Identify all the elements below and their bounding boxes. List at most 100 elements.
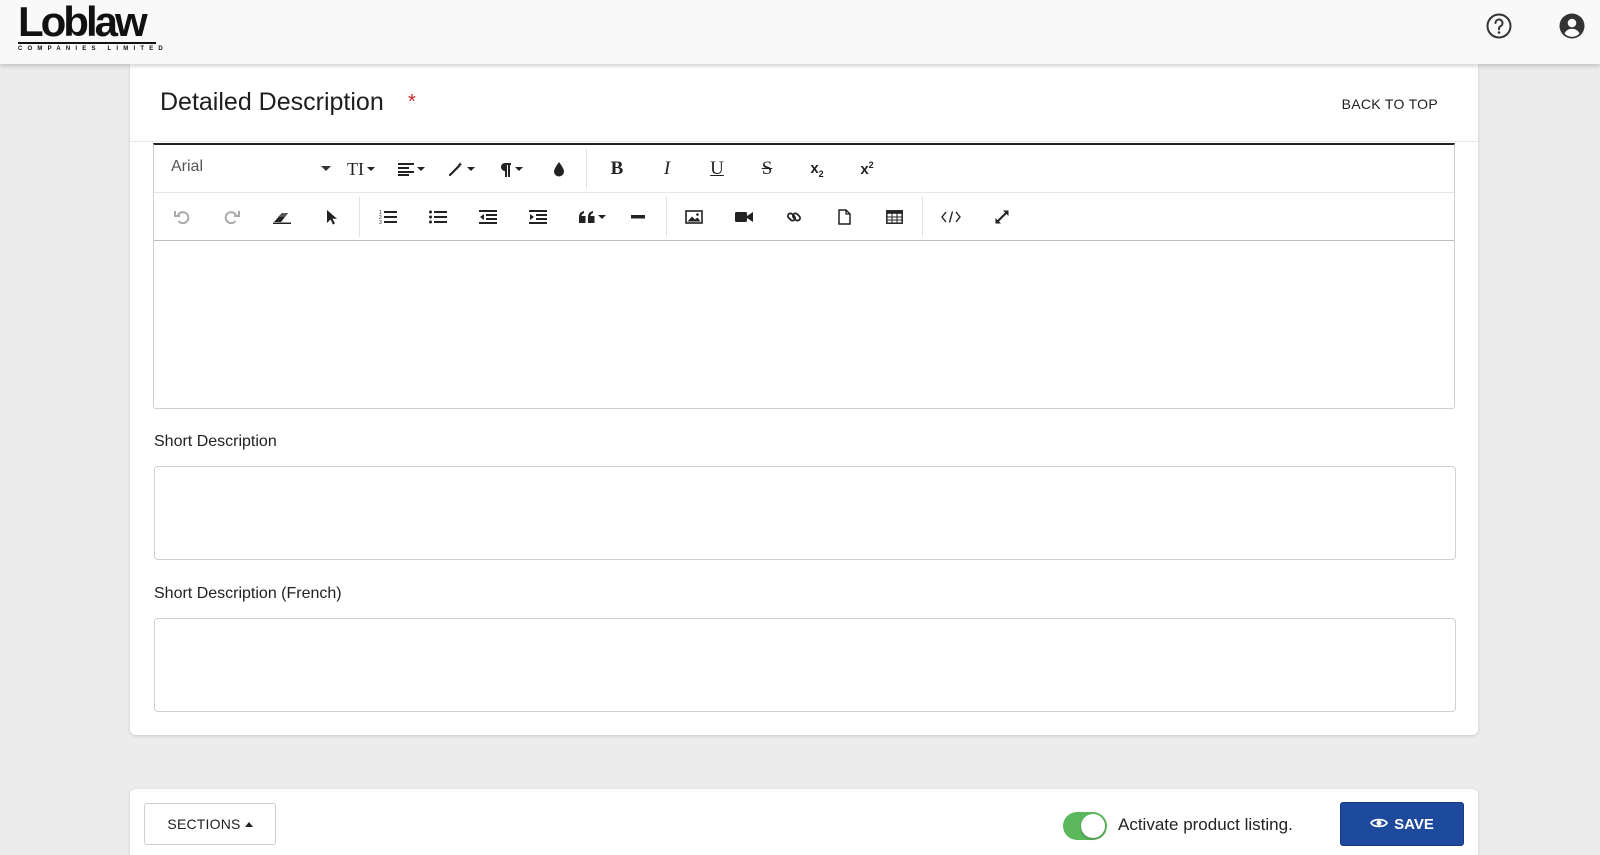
- unordered-list-button[interactable]: [424, 204, 452, 230]
- toolbar-separator: [359, 197, 360, 237]
- bold-icon: B: [610, 158, 624, 179]
- outdent-button[interactable]: [474, 204, 502, 230]
- caret-down-icon: [597, 215, 606, 219]
- horizontal-rule-icon: [631, 215, 645, 219]
- activate-listing-toggle[interactable]: [1063, 812, 1107, 840]
- outdent-icon: [479, 210, 497, 224]
- quote-icon: [578, 211, 595, 223]
- paragraph-button[interactable]: [494, 156, 528, 182]
- redo-button[interactable]: [218, 204, 246, 230]
- italic-icon: I: [663, 158, 671, 179]
- font-size-button[interactable]: TI: [344, 156, 378, 182]
- droplet-icon: [553, 161, 565, 177]
- paragraph-icon: [499, 162, 512, 177]
- redo-icon: [224, 209, 240, 225]
- subscript-small: 2: [818, 168, 824, 179]
- editor-toolbar-row-1: Arial TI B I U S x2 x2: [154, 145, 1454, 192]
- section-title: Detailed Description: [160, 88, 384, 116]
- ordered-list-icon: 123: [379, 209, 397, 225]
- select-button[interactable]: [318, 204, 346, 230]
- logo-wordmark: Loblaw: [18, 0, 148, 45]
- caret-down-icon: [515, 167, 523, 171]
- image-icon: [685, 210, 703, 224]
- align-left-icon: [397, 162, 414, 176]
- eraser-icon: [273, 210, 291, 224]
- italic-button[interactable]: I: [652, 156, 682, 182]
- subscript-base: x: [810, 159, 819, 177]
- strikethrough-button[interactable]: S: [752, 156, 782, 182]
- eye-icon: [1370, 816, 1394, 833]
- code-icon: [941, 211, 961, 223]
- fullscreen-button[interactable]: [988, 204, 1016, 230]
- superscript-base: x: [860, 161, 869, 178]
- indent-button[interactable]: [524, 204, 552, 230]
- insert-table-button[interactable]: [880, 204, 908, 230]
- sections-label: SECTIONS: [167, 816, 241, 832]
- caret-down-icon: [466, 167, 475, 171]
- insert-file-button[interactable]: [830, 204, 858, 230]
- toolbar-separator: [586, 149, 587, 189]
- rich-text-editor: Arial TI B I U S x2 x2 1 2 3: [153, 143, 1455, 409]
- link-icon: [786, 209, 802, 225]
- card-header: Detailed Description * BACK TO TOP: [130, 64, 1478, 142]
- editor-content-area[interactable]: [154, 241, 1454, 409]
- toolbar-separator: [922, 197, 923, 237]
- insert-image-button[interactable]: [680, 204, 708, 230]
- expand-icon: [994, 209, 1010, 225]
- save-label: SAVE: [1394, 815, 1434, 833]
- eraser-button[interactable]: [268, 204, 296, 230]
- account-circle-icon[interactable]: [1558, 12, 1586, 40]
- sections-button[interactable]: SECTIONS: [144, 803, 276, 845]
- magic-wand-icon: [448, 161, 464, 177]
- insert-video-button[interactable]: [730, 204, 758, 230]
- subscript-button[interactable]: x2: [802, 156, 832, 182]
- cursor-arrow-icon: [326, 209, 338, 225]
- chevron-down-icon: [321, 166, 331, 171]
- video-camera-icon: [735, 211, 753, 223]
- subscript-icon: x2: [810, 160, 823, 179]
- insert-link-button[interactable]: [780, 204, 808, 230]
- help-circle-icon[interactable]: [1485, 12, 1513, 40]
- bold-button[interactable]: B: [602, 156, 632, 182]
- required-marker: *: [408, 91, 416, 113]
- bottom-action-bar: SECTIONS Activate product listing. SAVE: [130, 789, 1478, 855]
- horizontal-rule-button[interactable]: [624, 204, 652, 230]
- loblaw-logo[interactable]: Loblaw COMPANIES LIMITED: [18, 0, 163, 54]
- caret-down-icon: [416, 167, 425, 171]
- font-family-select[interactable]: Arial: [171, 158, 331, 180]
- save-button[interactable]: SAVE: [1340, 802, 1464, 846]
- underline-button[interactable]: U: [702, 156, 732, 182]
- logo-subtext: COMPANIES LIMITED: [18, 46, 168, 52]
- align-button[interactable]: [394, 156, 428, 182]
- font-family-value: Arial: [171, 158, 204, 175]
- caret-down-icon: [367, 167, 375, 171]
- unordered-list-icon: [429, 210, 447, 224]
- short-description-field[interactable]: [154, 466, 1456, 560]
- indent-icon: [529, 210, 547, 224]
- activate-listing-label: Activate product listing.: [1118, 815, 1293, 834]
- short-description-french-field[interactable]: [154, 618, 1456, 712]
- underline-icon: U: [710, 158, 724, 179]
- blockquote-button[interactable]: [574, 204, 610, 230]
- table-icon: [885, 210, 903, 224]
- detailed-description-card: Detailed Description * BACK TO TOP Arial…: [130, 64, 1478, 735]
- superscript-button[interactable]: x2: [852, 156, 882, 182]
- file-icon: [837, 209, 851, 225]
- font-size-icon: TI: [347, 158, 364, 179]
- short-description-french-label: Short Description (French): [154, 585, 342, 602]
- toggle-knob: [1081, 814, 1105, 838]
- back-to-top-link[interactable]: BACK TO TOP: [1342, 96, 1438, 112]
- toolbar-separator: [666, 197, 667, 237]
- svg-text:3: 3: [379, 220, 382, 225]
- short-description-label: Short Description: [154, 433, 277, 450]
- superscript-small: 2: [868, 160, 874, 170]
- ordered-list-button[interactable]: 123: [374, 204, 402, 230]
- caret-up-icon: [244, 821, 253, 827]
- strikethrough-icon: S: [761, 158, 773, 179]
- code-view-button[interactable]: [936, 204, 966, 230]
- undo-button[interactable]: [168, 204, 196, 230]
- editor-toolbar-row-2: 123: [154, 192, 1454, 239]
- style-button[interactable]: [444, 156, 478, 182]
- logo-rule: [18, 42, 156, 44]
- text-color-button[interactable]: [546, 156, 572, 182]
